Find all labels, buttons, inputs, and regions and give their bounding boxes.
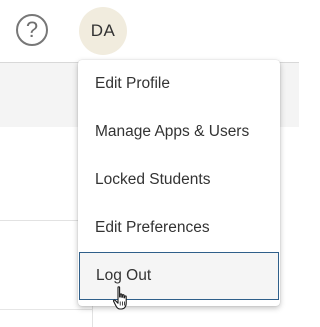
help-icon[interactable]: ? <box>16 14 48 46</box>
menu-item-label: Manage Apps & Users <box>95 123 250 140</box>
menu-item-label: Edit Profile <box>95 75 170 92</box>
top-bar: ? DA <box>0 0 299 63</box>
menu-item-manage-apps-users[interactable]: Manage Apps & Users <box>78 108 280 156</box>
avatar-initials: DA <box>90 21 116 40</box>
avatar[interactable]: DA <box>79 7 127 55</box>
menu-item-edit-profile[interactable]: Edit Profile <box>78 60 280 108</box>
menu-item-edit-preferences[interactable]: Edit Preferences <box>78 204 280 252</box>
account-dropdown-menu: Edit Profile Manage Apps & Users Locked … <box>78 60 280 306</box>
hand-pointer-icon <box>112 286 127 310</box>
menu-item-log-out[interactable]: Log Out <box>79 252 279 300</box>
menu-item-label: Log Out <box>96 267 152 284</box>
menu-item-locked-students[interactable]: Locked Students <box>78 156 280 204</box>
menu-item-label: Locked Students <box>95 171 211 188</box>
help-glyph: ? <box>25 17 39 42</box>
panel-divider <box>0 309 92 310</box>
menu-item-label: Edit Preferences <box>95 219 210 236</box>
